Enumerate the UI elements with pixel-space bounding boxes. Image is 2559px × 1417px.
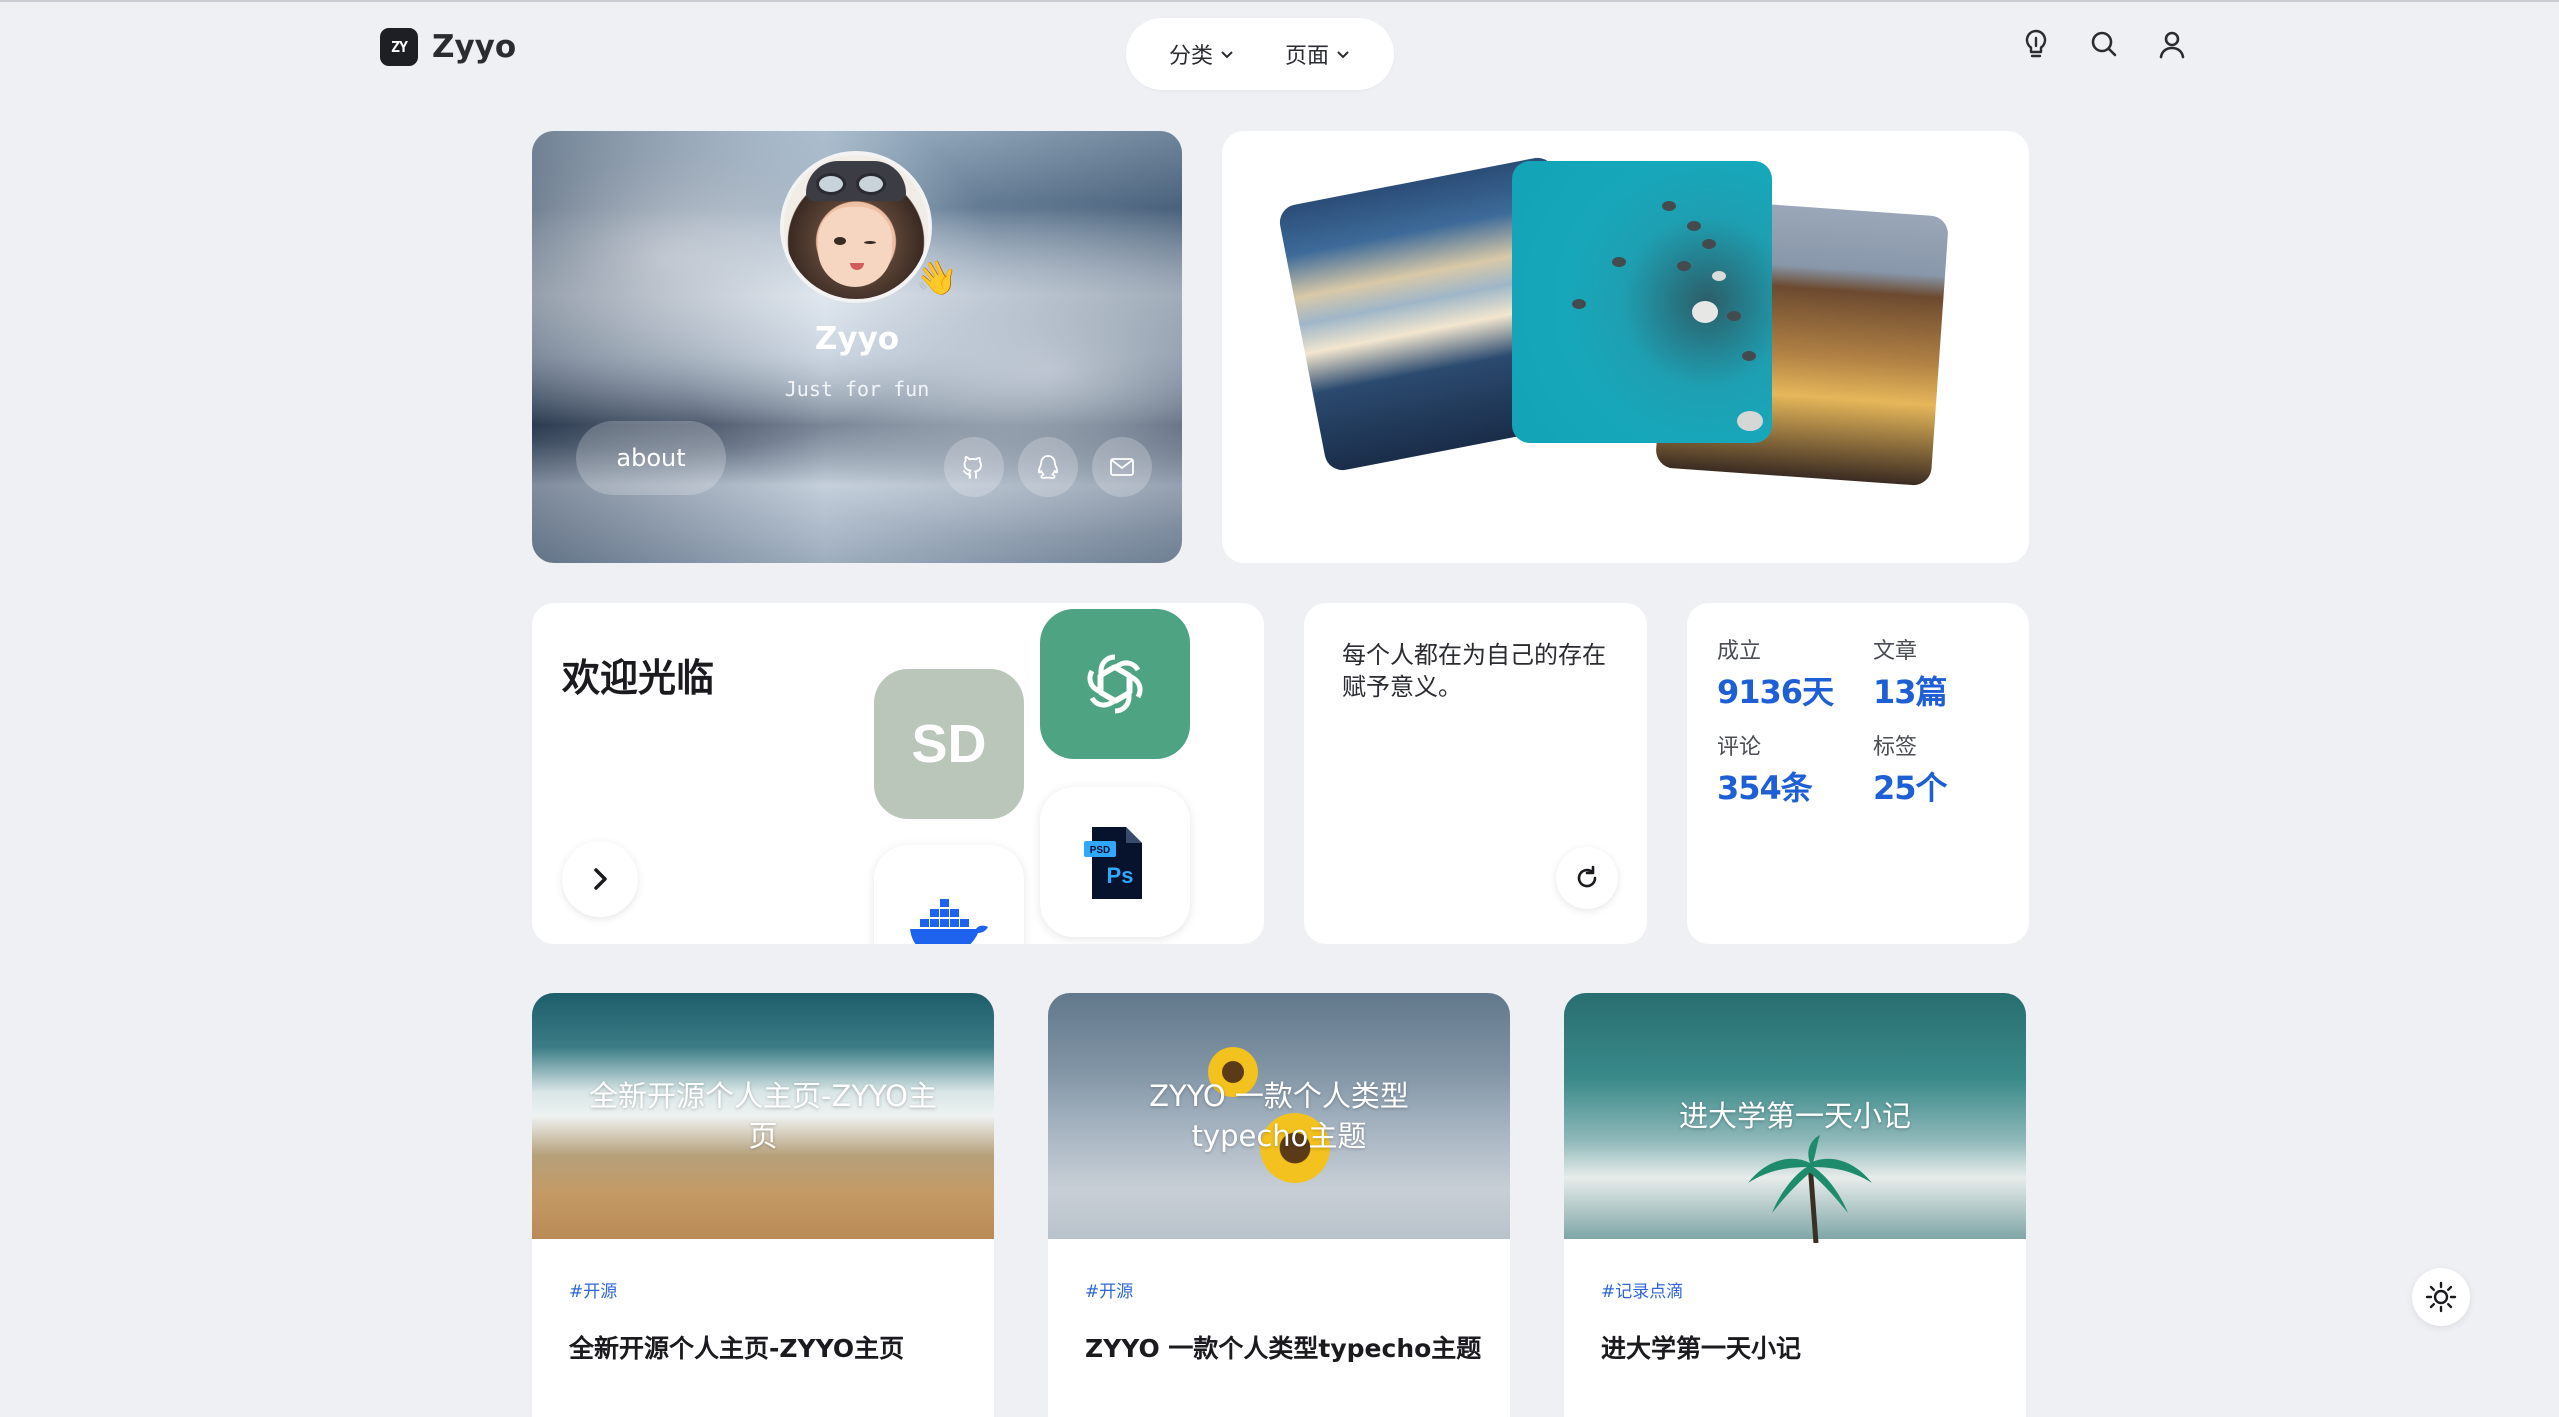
refresh-quote-button[interactable]: [1556, 847, 1618, 909]
stat-value: 354条: [1717, 769, 1813, 807]
github-icon: [963, 456, 982, 479]
stat-label: 评论: [1717, 735, 1762, 760]
logo-mark-icon: ZY: [380, 28, 418, 66]
psd-badge-label: PSD: [1090, 845, 1111, 856]
mail-link[interactable]: [1092, 437, 1152, 497]
user-icon[interactable]: [2156, 28, 2188, 60]
quote-card: 每个人都在为自己的存在赋予意义。: [1304, 603, 1647, 944]
qq-icon: [1037, 455, 1059, 479]
mail-icon: [1110, 458, 1134, 476]
nav-item-categories[interactable]: 分类: [1169, 38, 1235, 70]
stat-value: 25个: [1873, 769, 1948, 807]
nav-item-label: 页面: [1284, 44, 1329, 69]
docker-app-icon[interactable]: [874, 845, 1024, 944]
about-button[interactable]: about: [576, 421, 726, 495]
wave-emoji-icon: 👋: [915, 258, 959, 298]
post-cover[interactable]: ZYYO 一款个人类型typecho主题: [1048, 993, 1510, 1239]
post-tag[interactable]: #开源: [569, 1277, 617, 1302]
post-card[interactable]: 全新开源个人主页-ZYYO主页 #开源 全新开源个人主页-ZYYO主页: [532, 993, 994, 1417]
qq-link[interactable]: [1018, 437, 1078, 497]
post-cover[interactable]: 全新开源个人主页-ZYYO主页: [532, 993, 994, 1239]
post-cover[interactable]: 进大学第一天小记: [1564, 993, 2026, 1243]
welcome-title: 欢迎光临: [562, 656, 715, 700]
post-cover-title: 全新开源个人主页-ZYYO主页: [588, 1079, 937, 1153]
top-border: [0, 0, 2559, 2]
search-icon[interactable]: [2088, 28, 2120, 60]
main-nav: 分类 页面: [1126, 18, 1394, 90]
sun-icon: [2425, 1281, 2457, 1313]
psd-file-icon: PSD Ps: [1084, 827, 1142, 899]
ps-label: Ps: [1107, 863, 1134, 888]
avatar: [780, 151, 932, 303]
post-card[interactable]: ZYYO 一款个人类型typecho主题 #开源 ZYYO 一款个人类型type…: [1048, 993, 1510, 1417]
stable-diffusion-app-icon[interactable]: SD: [874, 669, 1024, 819]
header-actions: [2020, 28, 2188, 60]
stat-tags: 标签 25个: [1873, 729, 1948, 809]
post-title[interactable]: 进大学第一天小记: [1601, 1329, 1801, 1365]
nav-item-label: 分类: [1168, 44, 1213, 69]
welcome-card: 欢迎光临 SD PSD Ps: [532, 603, 1264, 944]
site-name: Zyyo: [432, 29, 517, 65]
palm-tree-graphic: [1748, 1135, 1872, 1243]
profile-name: Zyyo: [814, 321, 900, 357]
site-stats-card: 成立 9136天 文章 13篇 评论 354条 标签 25个: [1687, 603, 2029, 944]
nav-item-pages[interactable]: 页面: [1285, 38, 1351, 70]
stat-comments: 评论 354条: [1717, 729, 1813, 809]
openai-icon: [1087, 654, 1143, 714]
quote-text: 每个人都在为自己的存在赋予意义。: [1342, 641, 1606, 701]
profile-tagline: Just for fun: [784, 377, 930, 401]
stat-label: 文章: [1873, 639, 1918, 664]
photo-gallery-card: [1222, 131, 2029, 563]
bulb-icon[interactable]: [2020, 28, 2052, 60]
post-cover-title: 进大学第一天小记: [1678, 1099, 1911, 1133]
docker-whale-icon: [910, 899, 988, 944]
post-tag[interactable]: #记录点滴: [1601, 1277, 1683, 1302]
stat-label: 成立: [1717, 639, 1762, 664]
post-title[interactable]: ZYYO 一款个人类型typecho主题: [1085, 1329, 1481, 1365]
stat-articles: 文章 13篇: [1873, 633, 1948, 713]
profile-card: 👋 Zyyo Just for fun about: [532, 131, 1182, 563]
post-title[interactable]: 全新开源个人主页-ZYYO主页: [569, 1329, 904, 1365]
refresh-icon: [1577, 865, 1597, 888]
stat-value: 13篇: [1873, 673, 1948, 711]
chevron-down-icon: [1221, 51, 1233, 59]
photoshop-app-icon[interactable]: PSD Ps: [1040, 787, 1190, 937]
next-button[interactable]: [562, 841, 638, 917]
stat-label: 标签: [1873, 735, 1918, 760]
theme-toggle-button[interactable]: [2412, 1268, 2470, 1326]
post-card[interactable]: 进大学第一天小记 #记录点滴 进大学第一天小记: [1564, 993, 2026, 1417]
chevron-right-icon: [594, 868, 607, 890]
stat-value: 9136天: [1717, 673, 1834, 711]
chevron-down-icon: [1337, 51, 1349, 59]
post-cover-title: ZYYO 一款个人类型typecho主题: [1149, 1079, 1409, 1153]
site-logo[interactable]: ZY Zyyo: [380, 28, 516, 66]
post-tag[interactable]: #开源: [1085, 1277, 1133, 1302]
github-link[interactable]: [944, 437, 1004, 497]
chatgpt-app-icon[interactable]: [1040, 609, 1190, 759]
photo-sea-rocks[interactable]: [1512, 161, 1772, 443]
stat-established: 成立 9136天: [1717, 633, 1834, 713]
